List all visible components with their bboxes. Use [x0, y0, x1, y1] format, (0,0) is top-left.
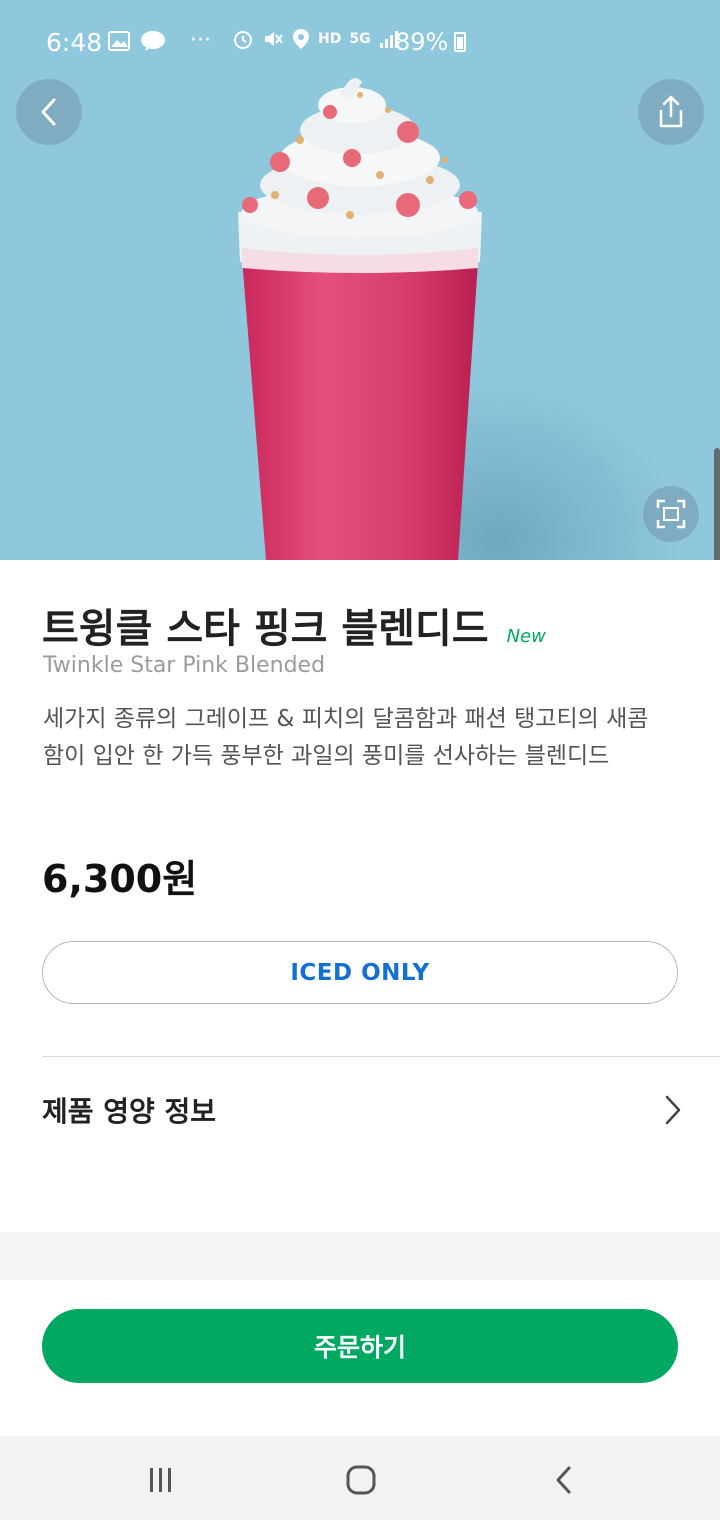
fullscreen-button[interactable]: [643, 486, 699, 542]
more-notifications: ···: [190, 28, 211, 53]
product-description: 세가지 종류의 그레이프 & 피치의 달콤함과 패션 탱고티의 새콤함이 입안 …: [43, 706, 649, 769]
hd-voice-label: HD: [318, 31, 342, 47]
home-button[interactable]: [341, 1460, 381, 1500]
battery-icon: [454, 32, 467, 52]
order-button[interactable]: 주문하기: [42, 1309, 678, 1383]
location-icon: [293, 29, 309, 49]
nutrition-info-label: 제품 영양 정보: [42, 1095, 217, 1128]
temperature-option-button[interactable]: ICED ONLY: [42, 941, 678, 1004]
section-spacer: [0, 1232, 720, 1280]
product-hero-image: 6:48 ··· HD 5G 89%: [0, 0, 720, 560]
alarm-icon: [234, 31, 252, 49]
product-price: 6,300원: [42, 857, 198, 901]
product-name-en: Twinkle Star Pink Blended: [43, 653, 326, 678]
notification-icons: ···: [108, 28, 211, 53]
back-icon: [556, 1466, 571, 1494]
fullscreen-icon: [656, 499, 686, 529]
product-detail: 트윙클 스타 핑크 블렌디드 New Twinkle Star Pink Ble…: [0, 560, 720, 1232]
back-button[interactable]: [16, 79, 82, 145]
order-bar: 주문하기: [0, 1280, 720, 1436]
chevron-left-icon: [41, 98, 56, 126]
system-icons: HD 5G: [232, 28, 399, 50]
status-time: 6:48: [46, 28, 103, 57]
recent-apps-icon: [150, 1468, 171, 1492]
system-nav-bar: [0, 1436, 720, 1520]
nav-back-button[interactable]: [544, 1460, 584, 1500]
home-icon: [346, 1465, 376, 1495]
recent-apps-button[interactable]: [141, 1460, 181, 1500]
nutrition-info-row[interactable]: 제품 영양 정보: [42, 1088, 682, 1132]
status-bar: 6:48 ··· HD 5G 89%: [0, 0, 720, 84]
title-row: 트윙클 스타 핑크 블렌디드 New: [42, 596, 546, 654]
new-badge: New: [506, 626, 546, 647]
chevron-right-icon: [665, 1095, 681, 1125]
kakaotalk-icon: [141, 30, 165, 51]
5g-label: 5G: [349, 31, 371, 47]
battery-percent: 89%: [395, 28, 449, 56]
gallery-icon: [108, 30, 130, 51]
share-icon: [659, 95, 683, 128]
product-name-ko: 트윙클 스타 핑크 블렌디드: [42, 606, 489, 652]
share-button[interactable]: [638, 79, 704, 145]
battery-indicator: 89%: [395, 28, 467, 56]
drink-illustration: [238, 78, 482, 560]
mute-icon: [265, 32, 283, 46]
divider: [42, 1056, 720, 1057]
